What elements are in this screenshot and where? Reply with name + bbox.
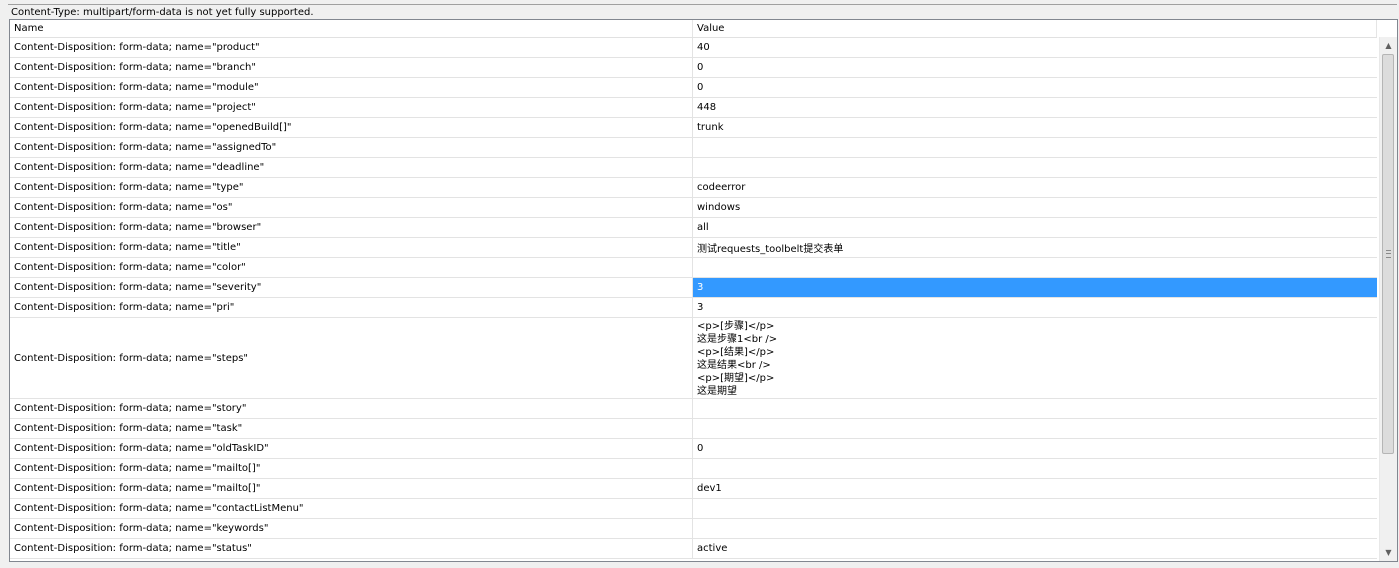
row-value-cell[interactable] <box>693 419 1377 438</box>
row-value-cell[interactable]: 3 <box>693 278 1377 297</box>
row-value-cell[interactable] <box>693 519 1377 538</box>
table-row[interactable]: Content-Disposition: form-data; name="ol… <box>10 439 1377 459</box>
row-value-cell[interactable] <box>693 399 1377 418</box>
row-value-cell[interactable]: 测试requests_toolbelt提交表单 <box>693 238 1377 257</box>
row-value-cell[interactable] <box>693 258 1377 277</box>
grid-body: Content-Disposition: form-data; name="pr… <box>10 38 1377 559</box>
scrollbar-grip-icon <box>1386 250 1391 258</box>
table-row[interactable]: Content-Disposition: form-data; name="ma… <box>10 479 1377 499</box>
row-value-cell[interactable] <box>693 158 1377 177</box>
row-value-cell[interactable]: 448 <box>693 98 1377 117</box>
row-name-cell[interactable]: Content-Disposition: form-data; name="ke… <box>10 519 693 538</box>
scroll-up-arrow-icon[interactable]: ▲ <box>1380 37 1397 54</box>
table-row[interactable]: Content-Disposition: form-data; name="op… <box>10 118 1377 138</box>
row-name-cell[interactable]: Content-Disposition: form-data; name="op… <box>10 118 693 137</box>
row-name-cell[interactable]: Content-Disposition: form-data; name="pr… <box>10 298 693 317</box>
row-name-cell[interactable]: Content-Disposition: form-data; name="st… <box>10 399 693 418</box>
table-row[interactable]: Content-Disposition: form-data; name="br… <box>10 218 1377 238</box>
table-row[interactable]: Content-Disposition: form-data; name="os… <box>10 198 1377 218</box>
row-value-cell[interactable] <box>693 459 1377 478</box>
row-name-cell[interactable]: Content-Disposition: form-data; name="pr… <box>10 38 693 57</box>
row-value-cell[interactable]: windows <box>693 198 1377 217</box>
row-value-cell[interactable]: trunk <box>693 118 1377 137</box>
table-row[interactable]: Content-Disposition: form-data; name="ti… <box>10 238 1377 258</box>
row-name-cell[interactable]: Content-Disposition: form-data; name="pr… <box>10 98 693 117</box>
row-name-cell[interactable]: Content-Disposition: form-data; name="co… <box>10 258 693 277</box>
form-data-grid[interactable]: Name Value Content-Disposition: form-dat… <box>9 19 1398 562</box>
row-value-cell[interactable]: <p>[步骤]</p> 这是步骤1<br /> <p>[结果]</p> 这是结果… <box>693 318 1377 398</box>
row-value-cell[interactable] <box>693 138 1377 157</box>
row-value-cell[interactable] <box>693 499 1377 518</box>
table-row[interactable]: Content-Disposition: form-data; name="ma… <box>10 459 1377 479</box>
row-name-cell[interactable]: Content-Disposition: form-data; name="se… <box>10 278 693 297</box>
row-name-cell[interactable]: Content-Disposition: form-data; name="co… <box>10 499 693 518</box>
column-header-name[interactable]: Name <box>10 20 693 37</box>
row-name-cell[interactable]: Content-Disposition: form-data; name="ta… <box>10 419 693 438</box>
table-row[interactable]: Content-Disposition: form-data; name="pr… <box>10 98 1377 118</box>
row-name-cell[interactable]: Content-Disposition: form-data; name="ti… <box>10 238 693 257</box>
table-row[interactable]: Content-Disposition: form-data; name="st… <box>10 318 1377 399</box>
table-row[interactable]: Content-Disposition: form-data; name="ta… <box>10 419 1377 439</box>
table-row[interactable]: Content-Disposition: form-data; name="st… <box>10 399 1377 419</box>
row-name-cell[interactable]: Content-Disposition: form-data; name="st… <box>10 539 693 558</box>
table-row[interactable]: Content-Disposition: form-data; name="co… <box>10 258 1377 278</box>
table-row[interactable]: Content-Disposition: form-data; name="pr… <box>10 38 1377 58</box>
row-value-cell[interactable]: 40 <box>693 38 1377 57</box>
table-row[interactable]: Content-Disposition: form-data; name="mo… <box>10 78 1377 98</box>
table-row[interactable]: Content-Disposition: form-data; name="co… <box>10 499 1377 519</box>
row-value-cell[interactable]: 0 <box>693 439 1377 458</box>
row-value-cell[interactable]: active <box>693 539 1377 558</box>
row-value-cell[interactable]: 0 <box>693 58 1377 77</box>
row-name-cell[interactable]: Content-Disposition: form-data; name="mo… <box>10 78 693 97</box>
table-row[interactable]: Content-Disposition: form-data; name="ke… <box>10 519 1377 539</box>
row-name-cell[interactable]: Content-Disposition: form-data; name="os… <box>10 198 693 217</box>
content-type-notice: Content-Type: multipart/form-data is not… <box>11 7 314 18</box>
row-name-cell[interactable]: Content-Disposition: form-data; name="de… <box>10 158 693 177</box>
top-panel-edge <box>8 0 1397 5</box>
table-row[interactable]: Content-Disposition: form-data; name="se… <box>10 278 1377 298</box>
table-row[interactable]: Content-Disposition: form-data; name="ty… <box>10 178 1377 198</box>
table-row[interactable]: Content-Disposition: form-data; name="st… <box>10 539 1377 559</box>
vertical-scrollbar[interactable]: ▲ ▼ <box>1379 37 1397 561</box>
row-value-cell[interactable]: 3 <box>693 298 1377 317</box>
scrollbar-thumb[interactable] <box>1382 54 1394 454</box>
row-name-cell[interactable]: Content-Disposition: form-data; name="as… <box>10 138 693 157</box>
row-name-cell[interactable]: Content-Disposition: form-data; name="br… <box>10 218 693 237</box>
column-header-value[interactable]: Value <box>693 20 1377 37</box>
row-name-cell[interactable]: Content-Disposition: form-data; name="ol… <box>10 439 693 458</box>
table-row[interactable]: Content-Disposition: form-data; name="as… <box>10 138 1377 158</box>
row-name-cell[interactable]: Content-Disposition: form-data; name="ty… <box>10 178 693 197</box>
row-value-cell[interactable]: 0 <box>693 78 1377 97</box>
row-value-cell[interactable]: dev1 <box>693 479 1377 498</box>
row-name-cell[interactable]: Content-Disposition: form-data; name="ma… <box>10 479 693 498</box>
row-value-cell[interactable]: all <box>693 218 1377 237</box>
table-row[interactable]: Content-Disposition: form-data; name="pr… <box>10 298 1377 318</box>
grid-header: Name Value <box>10 20 1377 38</box>
row-value-cell[interactable]: codeerror <box>693 178 1377 197</box>
row-name-cell[interactable]: Content-Disposition: form-data; name="st… <box>10 318 693 398</box>
table-row[interactable]: Content-Disposition: form-data; name="de… <box>10 158 1377 178</box>
row-name-cell[interactable]: Content-Disposition: form-data; name="ma… <box>10 459 693 478</box>
table-row[interactable]: Content-Disposition: form-data; name="br… <box>10 58 1377 78</box>
scroll-down-arrow-icon[interactable]: ▼ <box>1380 544 1397 561</box>
row-name-cell[interactable]: Content-Disposition: form-data; name="br… <box>10 58 693 77</box>
